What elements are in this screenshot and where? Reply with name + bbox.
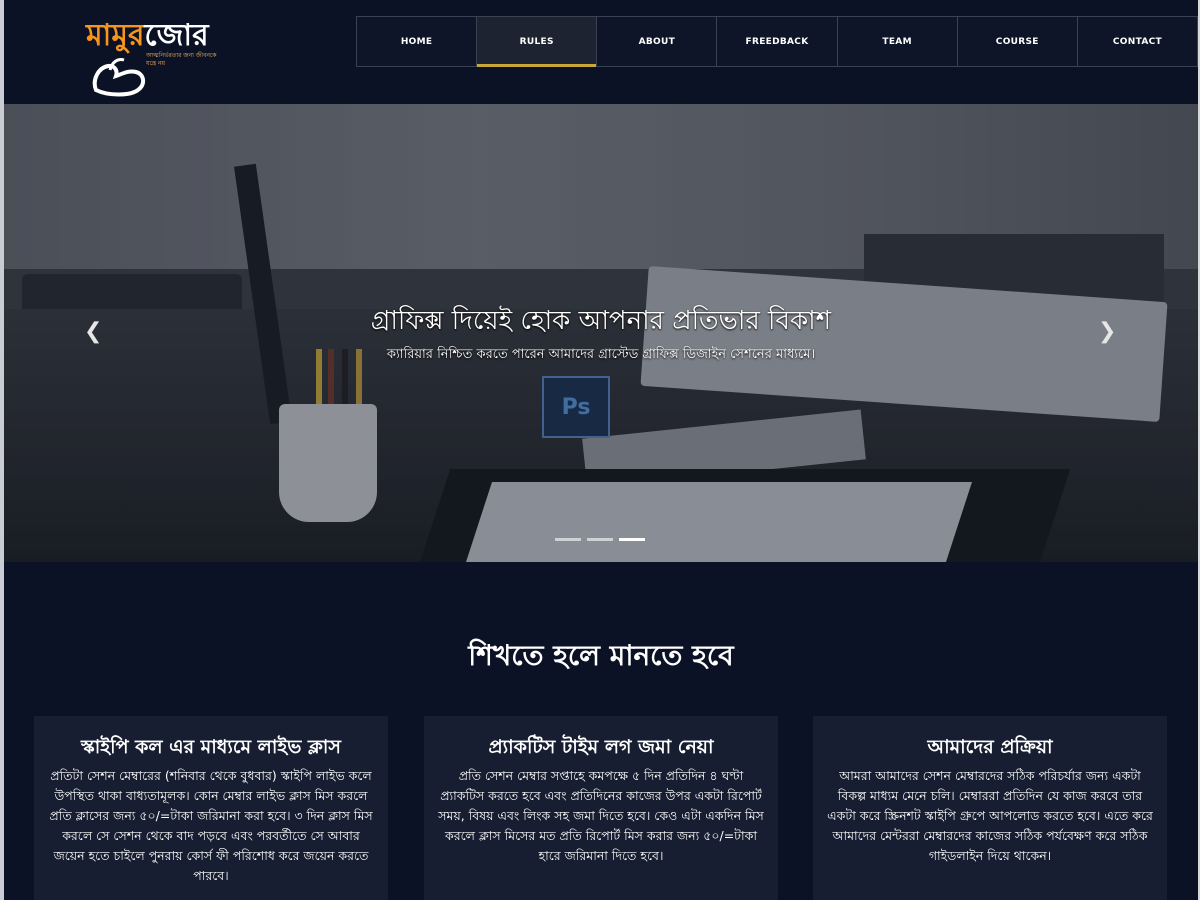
nav-about[interactable]: ABOUT xyxy=(597,17,718,66)
rule-card-live-class: স্কাইপি কল এর মাধ্যমে লাইভ ক্লাস প্রতিটা… xyxy=(34,716,388,900)
nav-team[interactable]: TEAM xyxy=(838,17,958,66)
logo-tagline: আত্মনির্ভরতার জন্য জীবনকে যন্ত্রে নয় xyxy=(146,52,217,67)
logo-part-1: মামুর xyxy=(86,18,145,53)
carousel-indicator-1[interactable] xyxy=(555,538,581,541)
chevron-right-icon: ❯ xyxy=(1098,319,1117,344)
rule-card-text: প্রতিটা সেশন মেম্বারের (শনিবার থেকে বুধব… xyxy=(49,768,373,883)
site-header: মামুরজোর আত্মনির্ভরতার জন্য জীবনকে যন্ত্… xyxy=(4,0,1198,104)
rule-card-text: প্রতি সেশন মেম্বার সপ্তাহে কমপক্ষে ৫ দিন… xyxy=(438,768,764,863)
rule-card-practice-log: প্র্যাকটিস টাইম লগ জমা নেয়া প্রতি সেশন … xyxy=(424,716,778,900)
hero-carousel: Ps গ্রাফিক্স দিয়েই হোক আপনার প্রতিভার ব… xyxy=(4,104,1198,562)
carousel-next-button[interactable]: ❯ xyxy=(1098,320,1116,344)
nav-rules[interactable]: RULES xyxy=(477,17,598,67)
rule-card-title: স্কাইপি কল এর মাধ্যমে লাইভ ক্লাস xyxy=(81,736,341,758)
brand-logo[interactable]: মামুরজোর আত্মনির্ভরতার জন্য জীবনকে যন্ত্… xyxy=(82,14,232,98)
nav-contact[interactable]: CONTACT xyxy=(1078,17,1197,66)
carousel-prev-button[interactable]: ❮ xyxy=(84,320,102,344)
rule-card-text: আমরা আমাদের সেশন মেম্বারদের সঠিক পরিচর্য… xyxy=(827,768,1153,863)
hero-subtitle: ক্যারিয়ার নিশ্চিত করতে পারেন আমাদের গ্র… xyxy=(386,347,816,362)
carousel-indicator-3[interactable] xyxy=(619,538,645,541)
rule-card-title: প্র্যাকটিস টাইম লগ জমা নেয়া xyxy=(488,736,714,758)
nav-home[interactable]: HOME xyxy=(357,17,478,66)
main-nav: HOME RULES ABOUT FREEDBACK TEAM COURSE C… xyxy=(356,16,1198,67)
nav-course[interactable]: COURSE xyxy=(958,17,1078,66)
carousel-indicators xyxy=(555,538,645,541)
rule-card-our-process: আমাদের প্রক্রিয়া আমরা আমাদের সেশন মেম্ব… xyxy=(813,716,1167,900)
carousel-indicator-2[interactable] xyxy=(587,538,613,541)
rule-card-title: আমাদের প্রক্রিয়া xyxy=(927,736,1053,758)
rules-section-title: শিখতে হলে মানতে হবে xyxy=(468,639,734,672)
chevron-left-icon: ❮ xyxy=(84,319,103,344)
nav-feedback[interactable]: FREEDBACK xyxy=(717,17,838,66)
flexed-arm-icon xyxy=(92,58,145,97)
logo-part-2: জোর xyxy=(144,18,209,53)
hero-title: গ্রাফিক্স দিয়েই হোক আপনার প্রতিভার বিকা… xyxy=(370,306,832,336)
